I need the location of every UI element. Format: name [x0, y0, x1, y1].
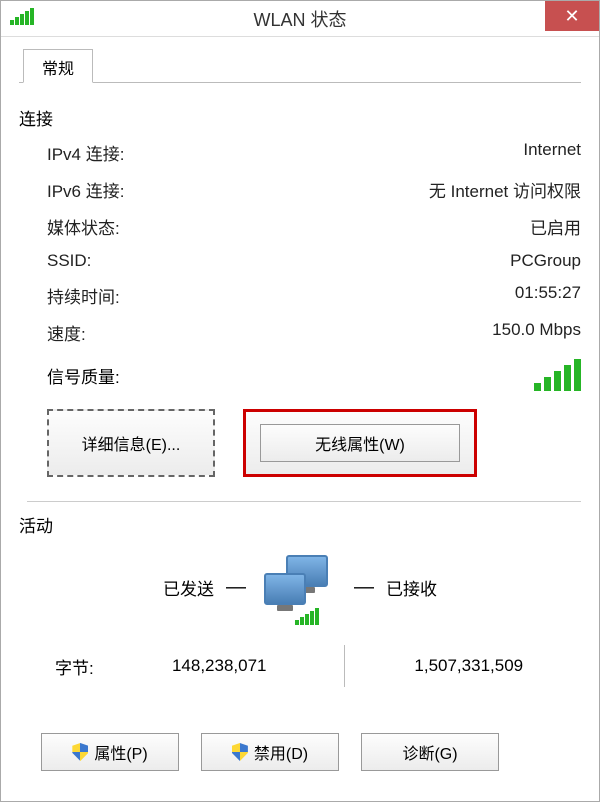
- row-ssid: SSID: PCGroup: [19, 245, 581, 277]
- ipv6-label: IPv6 连接:: [47, 177, 124, 202]
- bytes-row: 字节: 148,238,071 1,507,331,509: [27, 627, 573, 687]
- duration-label: 持续时间:: [47, 283, 120, 308]
- row-ipv6: IPv6 连接: 无 Internet 访问权限: [19, 171, 581, 208]
- titlebar: WLAN 状态 ✕: [1, 1, 599, 37]
- row-ipv4: IPv4 连接: Internet: [19, 134, 581, 171]
- signal-quality-label: 信号质量:: [47, 363, 120, 388]
- shield-icon: [232, 743, 248, 761]
- ipv4-label: IPv4 连接:: [47, 140, 124, 165]
- signal-icon: [9, 8, 34, 29]
- diagnose-button[interactable]: 诊断(G): [361, 733, 499, 771]
- divider: [27, 501, 581, 502]
- speed-value: 150.0 Mbps: [492, 320, 581, 345]
- row-signal-quality: 信号质量:: [19, 351, 581, 399]
- disable-label: 禁用(D): [254, 740, 308, 764]
- diagnose-label: 诊断(G): [402, 740, 457, 764]
- ssid-label: SSID:: [47, 251, 91, 271]
- connection-section-title: 连接: [19, 105, 581, 130]
- row-duration: 持续时间: 01:55:27: [19, 277, 581, 314]
- bytes-received-value: 1,507,331,509: [365, 656, 574, 676]
- sent-label: 已发送: [74, 575, 214, 600]
- wireless-properties-button[interactable]: 无线属性(W): [260, 424, 460, 462]
- dash-icon: —: [352, 576, 376, 599]
- media-state-value: 已启用: [530, 214, 581, 239]
- duration-value: 01:55:27: [515, 283, 581, 308]
- bytes-sent-value: 148,238,071: [115, 656, 324, 676]
- ipv4-value: Internet: [523, 140, 581, 165]
- received-label: 已接收: [386, 575, 526, 600]
- bytes-label: 字节:: [55, 654, 115, 679]
- disable-button[interactable]: 禁用(D): [201, 733, 339, 771]
- ssid-value: PCGroup: [510, 251, 581, 271]
- row-speed: 速度: 150.0 Mbps: [19, 314, 581, 351]
- wireless-properties-label: 无线属性(W): [315, 437, 405, 454]
- details-button[interactable]: 详细信息(E)...: [47, 409, 215, 477]
- signal-bars-icon: [531, 359, 581, 391]
- media-state-label: 媒体状态:: [47, 214, 120, 239]
- tab-general[interactable]: 常规: [23, 49, 93, 83]
- shield-icon: [72, 743, 88, 761]
- row-media-state: 媒体状态: 已启用: [19, 208, 581, 245]
- computers-icon: [258, 555, 342, 619]
- properties-label: 属性(P): [94, 740, 147, 764]
- window-title: WLAN 状态: [253, 6, 346, 32]
- speed-label: 速度:: [47, 320, 86, 345]
- close-button[interactable]: ✕: [545, 1, 599, 31]
- separator: [344, 645, 345, 687]
- ipv6-value: 无 Internet 访问权限: [429, 177, 581, 202]
- activity-section-title: 活动: [19, 512, 581, 537]
- properties-button[interactable]: 属性(P): [41, 733, 179, 771]
- wireless-properties-highlight: 无线属性(W): [243, 409, 477, 477]
- activity-header: 已发送 — — 已接收: [27, 555, 573, 619]
- wlan-status-window: WLAN 状态 ✕ 常规 连接 IPv4 连接: Internet IPv6 连…: [0, 0, 600, 802]
- details-button-label: 详细信息(E)...: [82, 437, 181, 454]
- dash-icon: —: [224, 576, 248, 599]
- tab-strip: 常规: [19, 49, 581, 83]
